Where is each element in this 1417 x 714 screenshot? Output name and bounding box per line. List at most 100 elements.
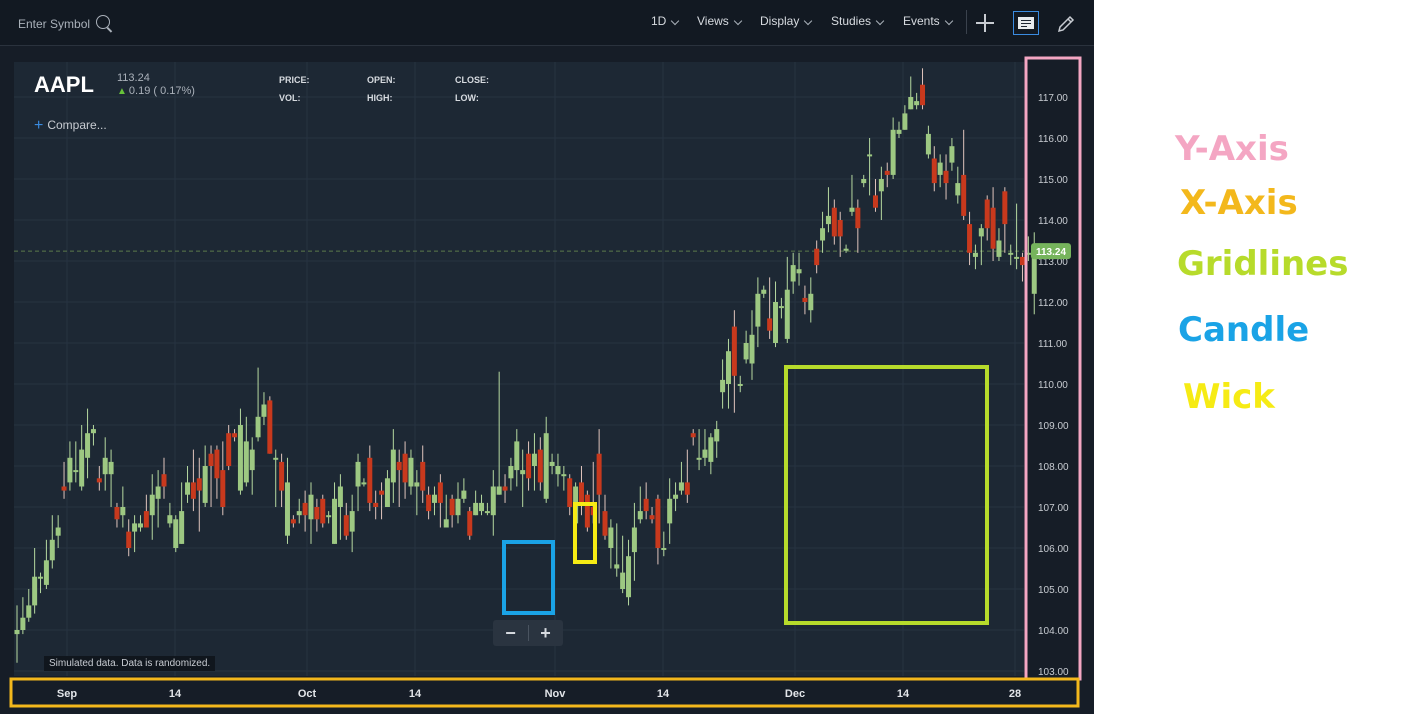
candle-body (14, 630, 20, 635)
candle-body (508, 466, 514, 479)
price-change-value: 0.19 ( 0.17%) (128, 85, 195, 97)
x-tick-label: 14 (169, 688, 182, 700)
candle-body (120, 507, 126, 516)
candle-body (249, 449, 255, 471)
candle-body (38, 576, 44, 579)
candle-body (784, 289, 790, 339)
candle-body (725, 351, 731, 384)
candle-body (708, 437, 714, 462)
zoom-out-button[interactable]: − (493, 620, 528, 646)
candle-body (555, 466, 561, 475)
candle-body (214, 449, 220, 479)
candle-body (908, 97, 914, 110)
candle-highlight-box (502, 540, 555, 615)
candle-body (202, 466, 208, 503)
candle-body (273, 457, 279, 460)
compare-button[interactable]: + Compare... (34, 116, 107, 134)
candle-body (349, 511, 355, 532)
y-tick-label: 108.00 (1038, 462, 1069, 473)
candle-body (343, 515, 349, 536)
candle-body (185, 482, 191, 495)
candle-body (773, 302, 779, 343)
zoom-in-button[interactable]: + (528, 620, 563, 646)
x-tick-label: Sep (57, 688, 77, 700)
candle-body (520, 470, 526, 475)
candle-body (396, 461, 402, 471)
candle-body (631, 527, 637, 553)
candle-body (431, 494, 437, 503)
candle-body (132, 523, 138, 532)
candle-body (1008, 252, 1014, 255)
candle-body (155, 486, 161, 499)
candle-body (261, 404, 267, 417)
y-tick-label: 116.00 (1038, 134, 1068, 145)
x-tick-label: Nov (545, 688, 567, 700)
candle-body (990, 207, 996, 249)
candle-body (561, 474, 567, 477)
candle-body (479, 502, 485, 512)
legend-wick: Wick (1183, 377, 1275, 417)
candle-body (655, 498, 661, 548)
candle-body (514, 441, 520, 471)
candle-body (1002, 191, 1008, 225)
candle-body (678, 482, 684, 491)
candle-body (531, 453, 537, 466)
candle-body (26, 605, 32, 618)
candle-body (920, 84, 926, 106)
candle-body (696, 457, 702, 460)
gridlines-highlight-box (784, 365, 989, 625)
up-arrow-icon: ▲ (117, 86, 127, 97)
candle-body (449, 498, 455, 516)
y-tick-label: 111.00 (1038, 339, 1068, 350)
candle-body (614, 564, 620, 569)
plus-icon: + (34, 117, 44, 134)
candle-body (290, 519, 296, 524)
candle-body (232, 433, 238, 438)
candle-body (73, 470, 79, 473)
candle-body (226, 433, 232, 466)
candle-body (332, 498, 338, 544)
candle-body (384, 478, 390, 507)
candle-body (20, 617, 26, 630)
candlestick-chart: 103.00 104.00 105.00 106.00 107.00 108.00 109.… (9, 56, 1082, 708)
candle-body (637, 511, 643, 520)
candle-body (373, 502, 379, 507)
candle-body (596, 453, 602, 495)
candle-body (367, 457, 373, 503)
candle-body (937, 162, 943, 175)
candle-body (796, 269, 802, 274)
candle-body (496, 486, 502, 495)
candle-body (79, 449, 85, 487)
candle-body (872, 195, 878, 208)
y-tick-label: 109.00 (1038, 421, 1069, 432)
candle-body (761, 289, 767, 294)
y-tick-label: 115.00 (1038, 175, 1068, 186)
y-tick-label: 104.00 (1038, 626, 1069, 637)
candle-body (584, 494, 590, 528)
candle-body (608, 527, 614, 548)
candle-body (778, 306, 784, 309)
candle-body (208, 453, 214, 466)
x-tick-label: 14 (657, 688, 670, 700)
candle-body (649, 515, 655, 520)
candle-body (972, 252, 978, 257)
candle-body (967, 224, 973, 253)
candle-body (837, 220, 843, 237)
candle-body (220, 470, 226, 507)
y-tick-label: 110.00 (1038, 380, 1068, 391)
candle-body (849, 207, 855, 212)
candle-body (461, 490, 467, 499)
current-price: 113.24 (117, 72, 150, 84)
candle-body (126, 531, 132, 548)
candle-body (878, 179, 884, 192)
candle-body (808, 293, 814, 311)
candle-body (426, 494, 432, 512)
candle-body (443, 519, 449, 528)
y-tick-label: 103.00 (1038, 667, 1069, 678)
candle-body (361, 482, 367, 485)
candle-body (484, 511, 490, 514)
candle-body (790, 265, 796, 282)
candle-body (296, 511, 302, 516)
candle-body (279, 461, 285, 491)
candle-body (90, 429, 96, 434)
